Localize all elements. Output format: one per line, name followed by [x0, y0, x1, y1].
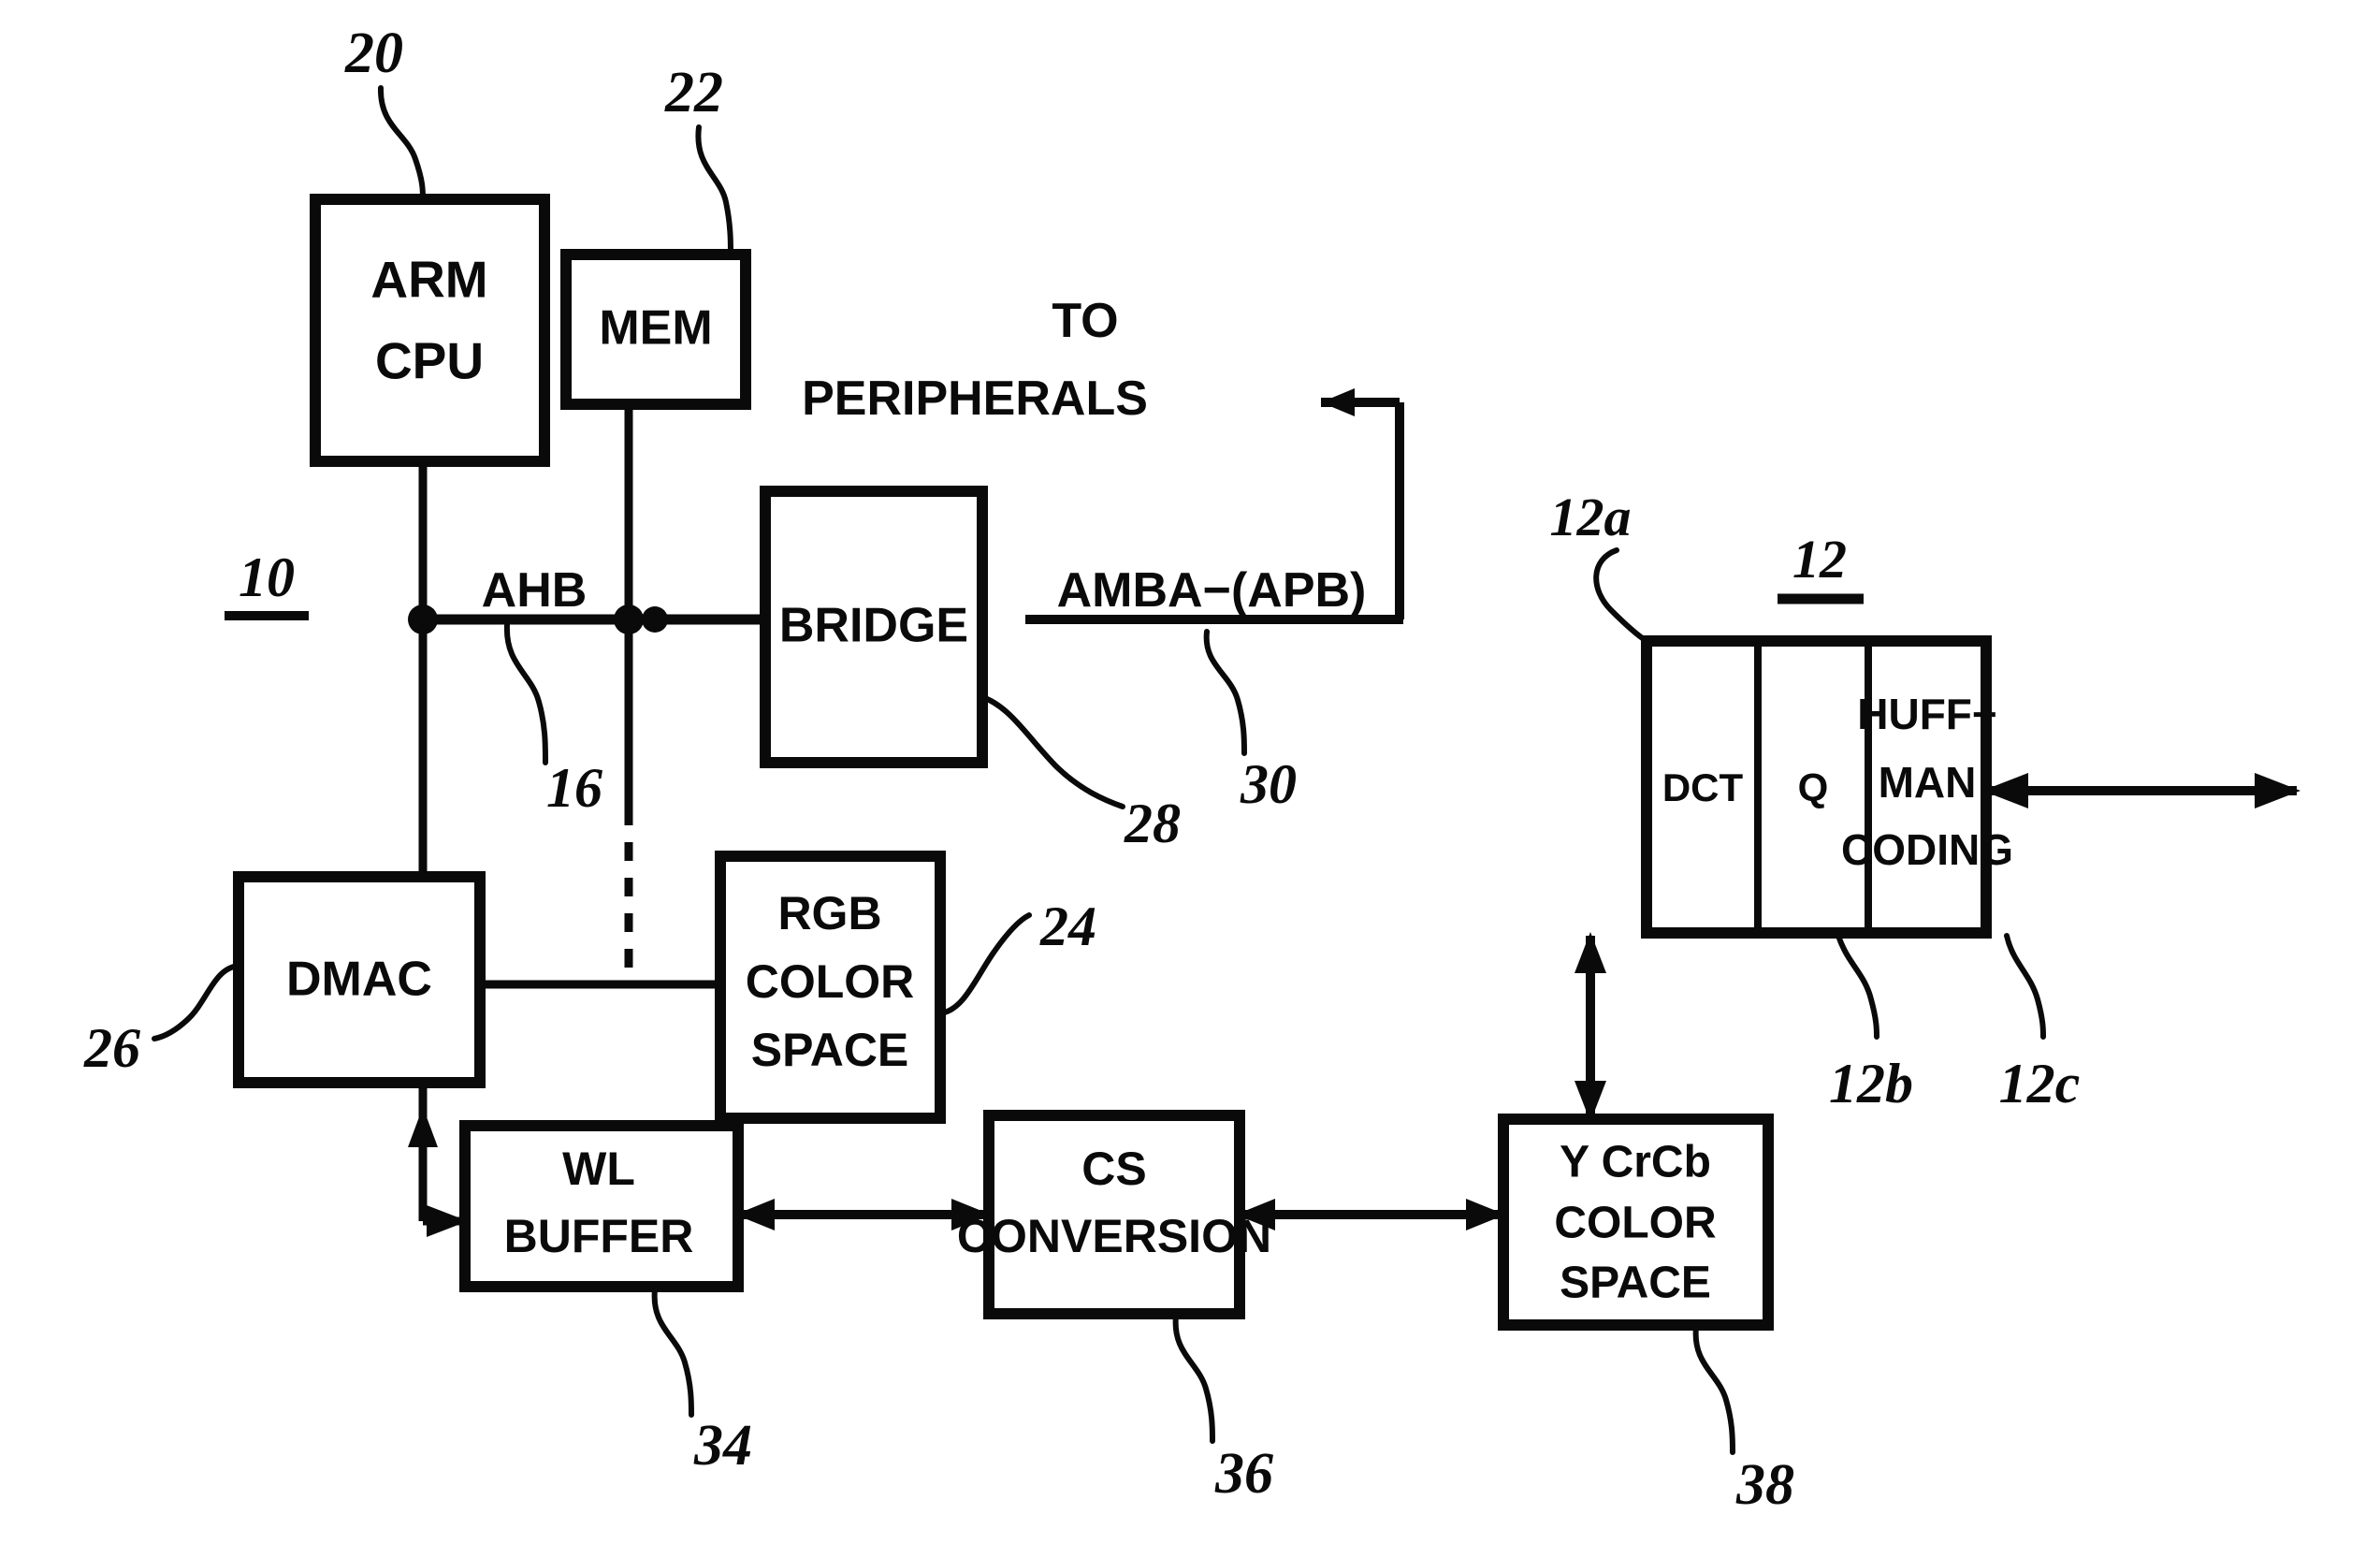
block-arm-cpu[interactable] [310, 194, 550, 467]
reference-numerals-layer: 20 22 10 16 28 30 26 24 34 36 38 12a 12 … [83, 22, 2080, 1517]
ref-20: 20 [344, 22, 403, 85]
leader-28 [980, 694, 1125, 809]
ref-12: 12 [1792, 529, 1847, 590]
ycrcb-label-line1: Y CrCb [1560, 1138, 1711, 1187]
arrow-right-codec-out [2255, 773, 2300, 808]
ref-38: 38 [1735, 1453, 1794, 1517]
huffman-label-line2: MAN [1879, 758, 1977, 807]
ref-12b: 12b [1829, 1053, 1913, 1114]
bus-junction-dot-mem [614, 604, 644, 634]
ref-16: 16 [546, 757, 602, 819]
huffman-label-line3: CODING [1841, 825, 2013, 874]
q-label: Q [1798, 765, 1829, 809]
to-peripherals-arrowhead [1321, 388, 1355, 416]
cs-conv-label-line2: CONVERSION [957, 1210, 1271, 1262]
arm-cpu-label-line2: CPU [375, 332, 484, 390]
ref-12a: 12a [1550, 487, 1632, 547]
ref-10: 10 [239, 546, 295, 608]
arm-cpu-label-line1: ARM [370, 251, 487, 309]
leader-12a [1593, 547, 1649, 644]
dct-label: DCT [1662, 765, 1744, 809]
mem-label: MEM [599, 301, 712, 356]
ycrcb-label-line2: COLOR [1554, 1199, 1716, 1248]
rgb-cs-label-line2: COLOR [746, 955, 915, 1008]
leader-16 [503, 622, 548, 765]
wl-buffer-label-line2: BUFFER [504, 1210, 694, 1262]
dmac-up-arrowhead [408, 1107, 438, 1147]
leader-36 [1172, 1313, 1215, 1444]
leader-12b [1836, 933, 1879, 1040]
leader-12c [2004, 933, 2046, 1040]
arrow-up-dct [1575, 932, 1606, 973]
rgb-cs-label-line1: RGB [777, 887, 881, 939]
wl-buffer-label-line1: WL [562, 1143, 635, 1195]
huffman-label-line1: HUFF− [1857, 690, 1997, 738]
dmac-label: DMAC [286, 953, 432, 1007]
ref-30: 30 [1240, 753, 1297, 815]
ref-22: 22 [664, 61, 723, 124]
rgb-cs-label-line3: SPACE [751, 1024, 909, 1076]
ref-28: 28 [1124, 793, 1181, 854]
apb-bus-label: AMBA−(APB) [1057, 563, 1367, 618]
ycrcb-label-line3: SPACE [1560, 1259, 1711, 1308]
ref-34: 34 [693, 1414, 752, 1478]
leader-22 [695, 124, 733, 257]
block-diagram-svg: ARM CPU MEM BRIDGE DMAC RGB COLOR SPACE … [83, 22, 2300, 1517]
to-peripherals-line2: PERIPHERALS [802, 371, 1148, 426]
cs-conv-label-line1: CS [1081, 1143, 1146, 1195]
patent-figure-canvas: ARM CPU MEM BRIDGE DMAC RGB COLOR SPACE … [0, 0, 2380, 1558]
to-peripherals-line1: TO [1052, 294, 1118, 348]
bus-junction-dot-bridge [642, 606, 668, 633]
leader-30 [1203, 629, 1247, 756]
ref-24: 24 [1039, 895, 1096, 957]
leader-34 [651, 1287, 694, 1418]
bus-junction-dot-cpu [408, 604, 438, 634]
ahb-bus-label: AHB [482, 563, 588, 618]
leader-26 [152, 963, 241, 1041]
ref-36: 36 [1214, 1442, 1273, 1506]
leader-24 [937, 912, 1032, 1016]
bridge-label: BRIDGE [779, 599, 968, 653]
leader-20 [377, 85, 426, 202]
leader-38 [1692, 1324, 1735, 1455]
ref-12c: 12c [1999, 1053, 2081, 1114]
ref-26: 26 [83, 1017, 140, 1079]
